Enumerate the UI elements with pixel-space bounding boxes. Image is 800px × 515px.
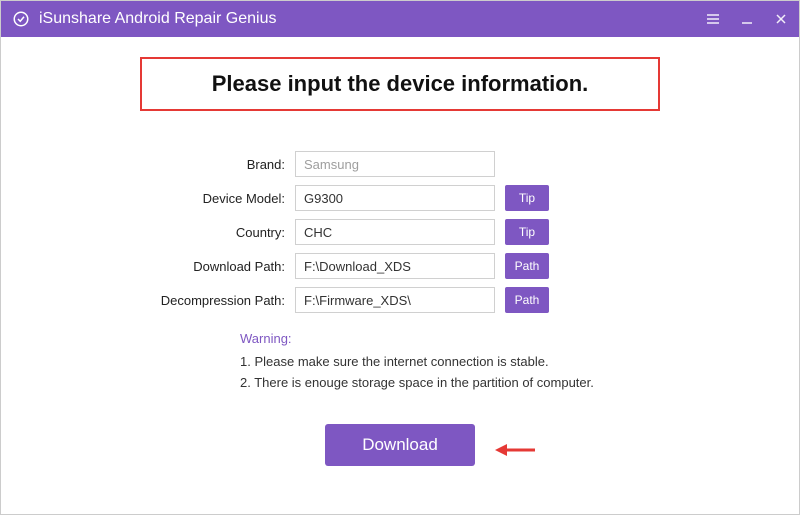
- country-tip-button[interactable]: Tip: [505, 219, 549, 245]
- row-decompression-path: Decompression Path: Path: [120, 287, 680, 313]
- decompression-path-input[interactable]: [295, 287, 495, 313]
- warning-line-1: 1. Please make sure the internet connect…: [240, 352, 680, 373]
- download-area: Download: [51, 424, 749, 466]
- row-download-path: Download Path: Path: [120, 253, 680, 279]
- app-icon: [11, 9, 31, 29]
- country-input[interactable]: [295, 219, 495, 245]
- close-icon[interactable]: [773, 11, 789, 27]
- download-path-label: Download Path:: [120, 259, 295, 274]
- row-brand: Brand:: [120, 151, 680, 177]
- app-title: iSunshare Android Repair Genius: [39, 10, 705, 28]
- model-label: Device Model:: [120, 191, 295, 206]
- download-path-button[interactable]: Path: [505, 253, 549, 279]
- page-heading: Please input the device information.: [162, 71, 638, 97]
- titlebar: iSunshare Android Repair Genius: [1, 1, 799, 37]
- brand-label: Brand:: [120, 157, 295, 172]
- model-tip-button[interactable]: Tip: [505, 185, 549, 211]
- download-button[interactable]: Download: [325, 424, 475, 466]
- arrow-annotation-icon: [495, 438, 535, 464]
- decompression-path-button[interactable]: Path: [505, 287, 549, 313]
- content-area: Please input the device information. Bra…: [1, 37, 799, 466]
- warning-block: Warning: 1. Please make sure the interne…: [240, 331, 680, 394]
- decompression-path-label: Decompression Path:: [120, 293, 295, 308]
- warning-line-2: 2. There is enouge storage space in the …: [240, 373, 680, 394]
- menu-icon[interactable]: [705, 11, 721, 27]
- brand-input: [295, 151, 495, 177]
- download-path-input[interactable]: [295, 253, 495, 279]
- window-controls: [705, 11, 789, 27]
- minimize-icon[interactable]: [739, 11, 755, 27]
- row-country: Country: Tip: [120, 219, 680, 245]
- heading-highlight-box: Please input the device information.: [140, 57, 660, 111]
- country-label: Country:: [120, 225, 295, 240]
- warning-title: Warning:: [240, 331, 680, 346]
- model-input[interactable]: [295, 185, 495, 211]
- row-model: Device Model: Tip: [120, 185, 680, 211]
- device-form: Brand: Device Model: Tip Country: Tip Do…: [120, 151, 680, 394]
